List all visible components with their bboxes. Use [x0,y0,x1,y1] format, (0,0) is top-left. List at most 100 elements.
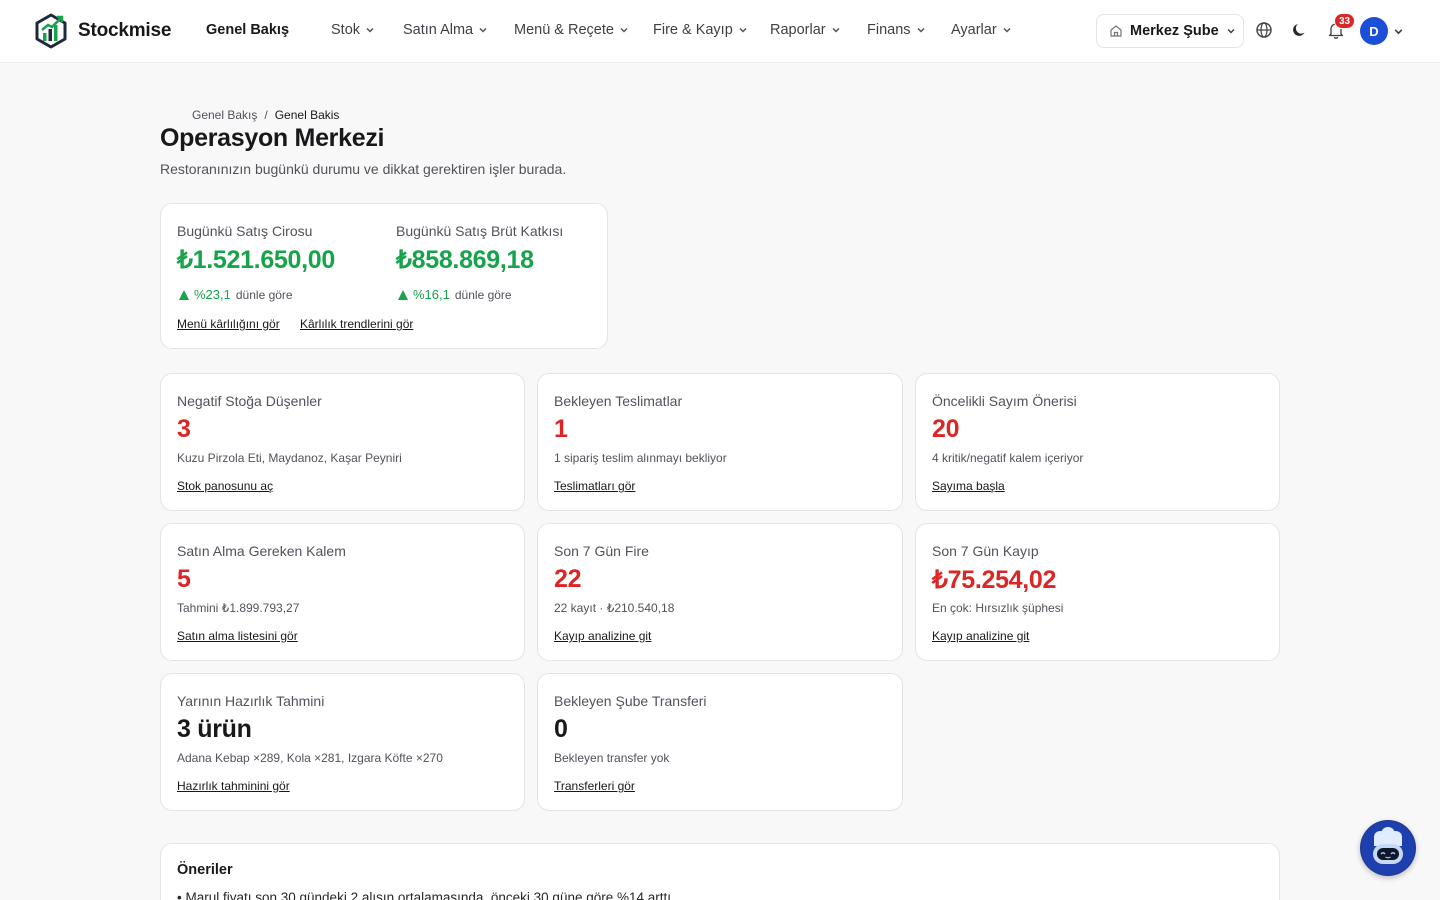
breadcrumb-root[interactable]: Genel Bakış [192,108,257,122]
prep-forecast-link[interactable]: Hazırlık tahminini gör [177,779,290,793]
chevron-down-icon [479,27,487,33]
page-title: Operasyon Merkezi [160,124,385,152]
margin-label: Bugünkü Satış Brüt Katkısı [396,223,564,239]
globe-icon[interactable] [1255,21,1273,39]
card-value: 3 [177,415,191,443]
nav-menu-recete[interactable]: Menü & Reçete [514,22,629,38]
store-icon [1110,25,1122,37]
nav-label: Satın Alma [403,22,474,38]
card-title: Yarının Hazırlık Tahmini [177,693,325,709]
branch-label: Merkez Şube [1130,23,1219,39]
card-title: Bekleyen Teslimatlar [554,393,683,409]
card-detail: 1 sipariş teslim alınmayı bekliyor [554,451,727,465]
avatar[interactable]: D [1360,17,1388,45]
deliveries-link[interactable]: Teslimatları gör [554,479,635,493]
revenue-change: %23,1 [194,287,231,302]
chevron-down-icon [1227,28,1235,34]
margin-change-suffix: dünle göre [454,287,512,302]
nav-label: Ayarlar [951,22,997,38]
top-navbar: Stockmise Genel Bakış Stok Satın Alma Me… [0,0,1440,63]
revenue-change-suffix: dünle göre [235,287,293,302]
chevron-down-icon [1003,27,1011,33]
card-value: 22 [554,565,582,593]
purchase-list-link[interactable]: Satın alma listesini gör [177,629,298,643]
nav-label: Finans [867,22,911,38]
breadcrumb: Genel Bakış / Genel Bakis [192,108,339,122]
loss-analysis-link[interactable]: Kayıp analizine git [554,629,651,643]
suggestions-panel: Öneriler • Marul fiyatı son 30 gündeki 2… [160,843,1280,900]
nav-genel-bakis[interactable]: Genel Bakış [206,22,289,38]
suggestion-item: • Marul fiyatı son 30 gündeki 2 alışın o… [177,890,675,900]
nav-label: Stok [331,22,361,38]
card-detail: Bekleyen transfer yok [554,751,670,765]
assistant-icon [1361,821,1415,875]
breadcrumb-separator: / [264,108,268,122]
branch-transfer-card: Bekleyen Şube Transferi 0 Bekleyen trans… [537,673,903,811]
chevron-down-icon [366,27,374,33]
menu-profitability-link[interactable]: Menü kârlılığını gör [177,317,280,331]
card-title: Negatif Stoğa Düşenler [177,393,322,409]
nav-finans[interactable]: Finans [867,22,926,38]
prep-forecast-card: Yarının Hazırlık Tahmini 3 ürün Adana Ke… [160,673,525,811]
trend-up-icon [398,289,408,300]
breadcrumb-current: Genel Bakis [274,108,340,122]
loss-analysis-link[interactable]: Kayıp analizine git [932,629,1029,643]
margin-trend: %16,1 dünle göre [398,287,512,302]
nav-satin-alma[interactable]: Satın Alma [403,22,488,38]
nav-label: Menü & Reçete [514,22,614,38]
purchase-needed-card: Satın Alma Gereken Kalem 5 Tahmini ₺1.89… [160,523,525,661]
waste-7d-card: Son 7 Gün Fire 22 22 kayıt · ₺210.540,18… [537,523,903,661]
pending-deliveries-card: Bekleyen Teslimatlar 1 1 sipariş teslim … [537,373,903,511]
card-detail: En çok: Hırsızlık şüphesi [932,601,1064,615]
margin-change: %16,1 [413,287,450,302]
loss-7d-card: Son 7 Gün Kayıp ₺75.254,02 En çok: Hırsı… [915,523,1280,661]
card-value: ₺75.254,02 [932,566,1057,594]
stock-board-link[interactable]: Stok panosunu aç [177,479,273,493]
card-title: Son 7 Gün Fire [554,543,649,559]
card-title: Öncelikli Sayım Önerisi [932,393,1077,409]
card-value: 20 [932,415,960,443]
page-subtitle: Restoranınızın bugünkü durumu ve dikkat … [160,161,567,177]
logo-icon[interactable] [34,13,68,49]
transfers-link[interactable]: Transferleri gör [554,779,635,793]
card-detail: Kuzu Pirzola Eti, Maydanoz, Kaşar Peynir… [177,451,402,465]
sales-summary-card: Bugünkü Satış Cirosu ₺1.521.650,00 %23,1… [160,203,608,349]
moon-icon[interactable] [1291,21,1309,39]
card-detail: Tahmini ₺1.899.793,27 [177,601,300,615]
card-title: Son 7 Gün Kayıp [932,543,1039,559]
chevron-down-icon[interactable] [1393,26,1404,37]
revenue-label: Bugünkü Satış Cirosu [177,223,313,239]
card-detail: 22 kayıt · ₺210.540,18 [554,601,675,615]
assistant-button[interactable] [1360,820,1416,876]
chevron-down-icon [620,27,628,33]
margin-value: ₺858.869,18 [396,246,534,274]
card-detail: 4 kritik/negatif kalem içeriyor [932,451,1084,465]
nav-label: Genel Bakış [206,22,290,38]
card-value: 1 [554,415,568,443]
nav-fire-kayip[interactable]: Fire & Kayıp [653,22,748,38]
chevron-down-icon [832,27,840,33]
card-title: Satın Alma Gereken Kalem [177,543,346,559]
priority-count-card: Öncelikli Sayım Önerisi 20 4 kritik/nega… [915,373,1280,511]
nav-label: Fire & Kayıp [653,22,733,38]
trend-up-icon [179,289,189,300]
profitability-trends-link[interactable]: Kârlılık trendlerini gör [300,317,413,331]
card-title: Bekleyen Şube Transferi [554,693,707,709]
start-count-link[interactable]: Sayıma başla [932,479,1005,493]
nav-ayarlar[interactable]: Ayarlar [951,22,1012,38]
brand-name[interactable]: Stockmise [78,20,171,42]
card-value: 0 [554,715,568,743]
negative-stock-card: Negatif Stoğa Düşenler 3 Kuzu Pirzola Et… [160,373,525,511]
card-detail: Adana Kebap ×289, Kola ×281, Izgara Köft… [177,751,443,765]
revenue-value: ₺1.521.650,00 [177,246,335,274]
notification-badge: 33 [1334,13,1356,29]
chevron-down-icon [739,27,747,33]
suggestions-title: Öneriler [177,862,233,878]
revenue-trend: %23,1 dünle göre [179,287,293,302]
nav-stok[interactable]: Stok [331,22,375,38]
card-value: 3 ürün [177,715,252,743]
nav-raporlar[interactable]: Raporlar [770,22,841,38]
nav-label: Raporlar [770,22,826,38]
branch-selector[interactable]: Merkez Şube [1096,14,1244,48]
card-value: 5 [177,565,191,593]
